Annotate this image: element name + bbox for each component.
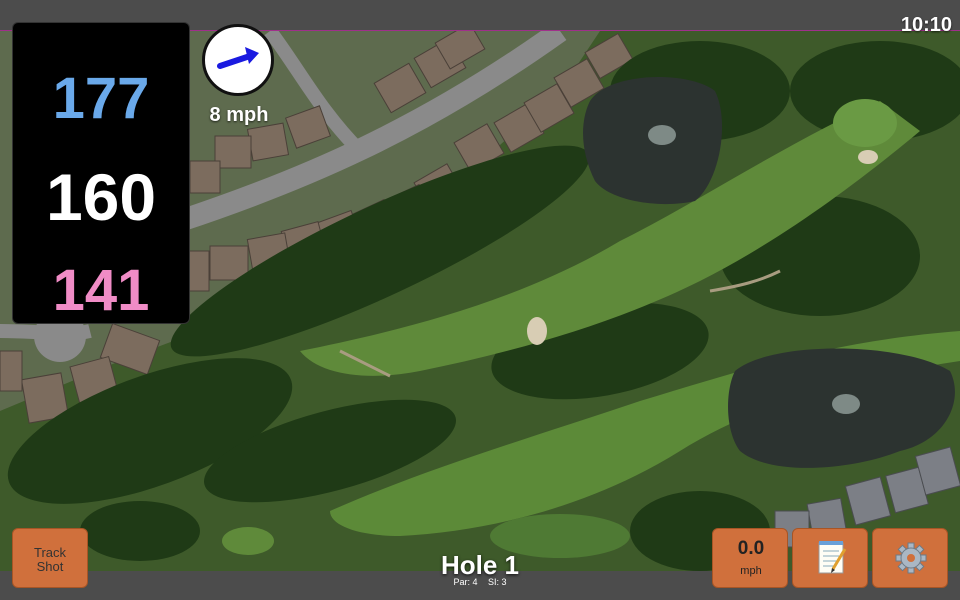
gear-icon <box>895 542 927 574</box>
track-shot-label: Track Shot <box>33 545 67 574</box>
wind-direction-arrow-icon <box>217 47 259 69</box>
hole-si: SI: 3 <box>488 577 507 587</box>
clock-time: 10:10 <box>900 14 952 36</box>
hole-meta: Par: 4 SI: 3 <box>380 577 580 587</box>
track-shot-button[interactable]: Track Shot <box>12 528 88 588</box>
middle-distance: 160 <box>45 160 157 234</box>
distance-panel: 177 160 141 <box>12 22 190 324</box>
notes-button[interactable] <box>792 528 868 588</box>
hole-par: Par: 4 <box>453 577 478 587</box>
notepad-icon <box>818 541 847 574</box>
speed-value: 0.0 <box>737 538 765 559</box>
wind-speed-label: 8 mph <box>209 104 269 126</box>
front-distance: 141 <box>52 258 150 323</box>
wind-direction-indicator <box>202 24 274 96</box>
speed-unit: mph <box>740 565 762 577</box>
settings-button[interactable] <box>872 528 948 588</box>
back-distance: 177 <box>52 66 150 131</box>
speed-button[interactable]: 0.0 mph <box>712 528 788 588</box>
